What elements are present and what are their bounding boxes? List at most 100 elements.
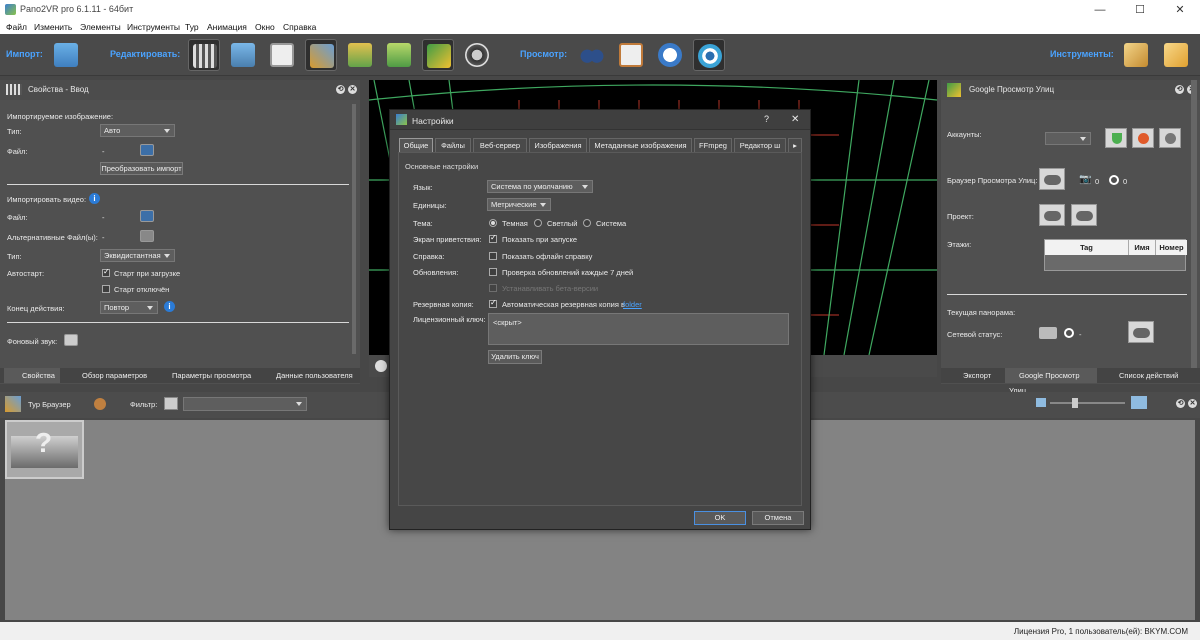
user-data-button[interactable] <box>266 39 298 71</box>
tab-action-list[interactable]: Список действий <box>1101 368 1197 383</box>
scrollbar[interactable] <box>352 104 356 354</box>
menu-window[interactable]: Окно <box>255 22 275 32</box>
accounts-select[interactable] <box>1045 132 1091 145</box>
menu-tools[interactable]: Инструменты <box>127 22 180 32</box>
close-icon[interactable]: ✕ <box>348 85 357 94</box>
beta-checkbox[interactable] <box>489 284 497 292</box>
tab-user-data[interactable]: Данные пользователя <box>258 368 358 383</box>
end-action-select[interactable]: Повтор <box>100 301 158 314</box>
tab-street-view[interactable]: Google Просмотр Улиц <box>1005 368 1097 395</box>
tool-2-button[interactable] <box>1160 39 1192 71</box>
tab-params-overview[interactable]: Обзор параметров <box>64 368 152 383</box>
welcome-checkbox[interactable] <box>489 233 497 243</box>
preview-button[interactable] <box>693 39 725 71</box>
close-icon[interactable]: ✕ <box>1188 399 1197 408</box>
delete-key-button[interactable]: Удалить ключ <box>488 350 542 364</box>
backup-folder-link[interactable]: folder <box>623 300 642 309</box>
backup-checkbox[interactable] <box>489 298 497 308</box>
tab-images[interactable]: Изображения <box>529 138 587 152</box>
float-icon[interactable]: ⟲ <box>1176 399 1185 408</box>
offline-help-checkbox[interactable] <box>489 252 497 260</box>
map-button[interactable] <box>344 39 376 71</box>
open-alt-files-icon[interactable] <box>140 230 154 242</box>
question-mark-icon: ? <box>35 427 53 458</box>
menu-elements[interactable]: Элементы <box>80 22 121 32</box>
check-button[interactable] <box>654 39 686 71</box>
cloud-button[interactable] <box>1039 168 1065 190</box>
tab-web-server[interactable]: Веб-сервер <box>473 138 527 152</box>
tab-properties[interactable]: Свойства <box>4 368 60 383</box>
license-key-field[interactable]: <скрыт> <box>488 313 789 345</box>
slider-handle[interactable] <box>1072 398 1078 408</box>
compass-icon[interactable] <box>375 360 387 372</box>
help-button[interactable]: ? <box>764 114 769 124</box>
filter-icon[interactable] <box>164 397 178 410</box>
menu-tour[interactable]: Тур <box>185 22 199 32</box>
autostart-on-load-checkbox[interactable] <box>102 267 110 277</box>
maximize-button[interactable]: ☐ <box>1120 0 1160 20</box>
units-select[interactable]: Метрические <box>487 198 551 211</box>
tab-files[interactable]: Файлы <box>435 138 471 152</box>
close-window-button[interactable]: ✕ <box>1160 0 1200 20</box>
logout-button[interactable] <box>1132 128 1154 148</box>
tool-1-button[interactable] <box>1120 39 1152 71</box>
panorama-thumbnail[interactable]: ? <box>5 420 84 479</box>
tab-export[interactable]: Экспорт <box>945 368 1003 383</box>
dialog-close-button[interactable]: ✕ <box>791 114 799 125</box>
tab-view-params[interactable]: Параметры просмотра <box>156 368 252 383</box>
video-type-select[interactable]: Эквидистантная <box>100 249 175 262</box>
tab-general[interactable]: Общие <box>399 138 433 152</box>
float-icon[interactable]: ⟲ <box>336 85 345 94</box>
animation-button[interactable] <box>461 39 493 71</box>
user-icon[interactable] <box>94 398 106 410</box>
tab-editor[interactable]: Редактор ш <box>734 138 786 152</box>
tour-browser-button[interactable] <box>305 39 337 71</box>
col-tag[interactable]: Tag <box>1045 240 1129 255</box>
floors-table[interactable]: Tag Имя Номер <box>1044 239 1187 271</box>
autostart-disabled-checkbox[interactable] <box>102 285 110 293</box>
menu-animation[interactable]: Анимация <box>207 22 247 32</box>
cancel-button[interactable]: Отмена <box>752 511 804 525</box>
shield-ok-button[interactable] <box>1105 128 1127 148</box>
theme-label: Тема: <box>413 219 433 228</box>
viewing-params-button[interactable] <box>227 39 259 71</box>
upload-button[interactable] <box>1039 204 1065 226</box>
updates-checkbox[interactable] <box>489 268 497 276</box>
publish-button[interactable] <box>1128 321 1154 343</box>
lang-select[interactable]: Система по умолчанию <box>487 180 593 193</box>
zoom-slider[interactable] <box>1050 398 1125 408</box>
menu-file[interactable]: Файл <box>6 22 27 32</box>
convert-import-button[interactable]: Преобразовать импорт <box>100 162 183 175</box>
tab-ffmpeg[interactable]: FFmpeg <box>694 138 732 152</box>
menu-help[interactable]: Справка <box>283 22 316 32</box>
float-icon[interactable]: ⟲ <box>1175 85 1184 94</box>
end-action-info-icon[interactable]: i <box>164 301 175 312</box>
user-button[interactable] <box>1159 128 1181 148</box>
skin-button[interactable] <box>383 39 415 71</box>
open-file-icon[interactable] <box>140 144 154 156</box>
col-number[interactable]: Номер <box>1156 240 1187 255</box>
scrollbar[interactable] <box>1191 80 1197 370</box>
info-icon[interactable]: i <box>89 193 100 204</box>
type-select[interactable]: Авто <box>100 124 175 137</box>
theme-dark-radio[interactable] <box>489 219 497 227</box>
menu-edit[interactable]: Изменить <box>34 22 72 32</box>
download-button[interactable] <box>1071 204 1097 226</box>
import-pano-button[interactable] <box>50 39 82 71</box>
ok-button[interactable]: OK <box>694 511 746 525</box>
tab-scroll-arrow[interactable]: ▸ <box>788 138 802 152</box>
street-view-button[interactable] <box>422 39 454 71</box>
open-video-icon[interactable] <box>140 210 154 222</box>
output-list-button[interactable] <box>615 39 647 71</box>
minimize-button[interactable]: — <box>1080 0 1120 20</box>
col-name[interactable]: Имя <box>1129 240 1156 255</box>
cancel-icon <box>1138 133 1149 144</box>
tab-image-metadata[interactable]: Метаданные изображения <box>589 138 692 152</box>
theme-system-radio[interactable] <box>583 219 591 227</box>
sound-icon[interactable] <box>64 334 78 346</box>
filter-input[interactable] <box>183 397 307 411</box>
binoculars-button[interactable] <box>576 39 608 71</box>
properties-button[interactable] <box>188 39 220 71</box>
theme-light-radio[interactable] <box>534 219 542 227</box>
type-label: Тип: <box>7 127 22 136</box>
